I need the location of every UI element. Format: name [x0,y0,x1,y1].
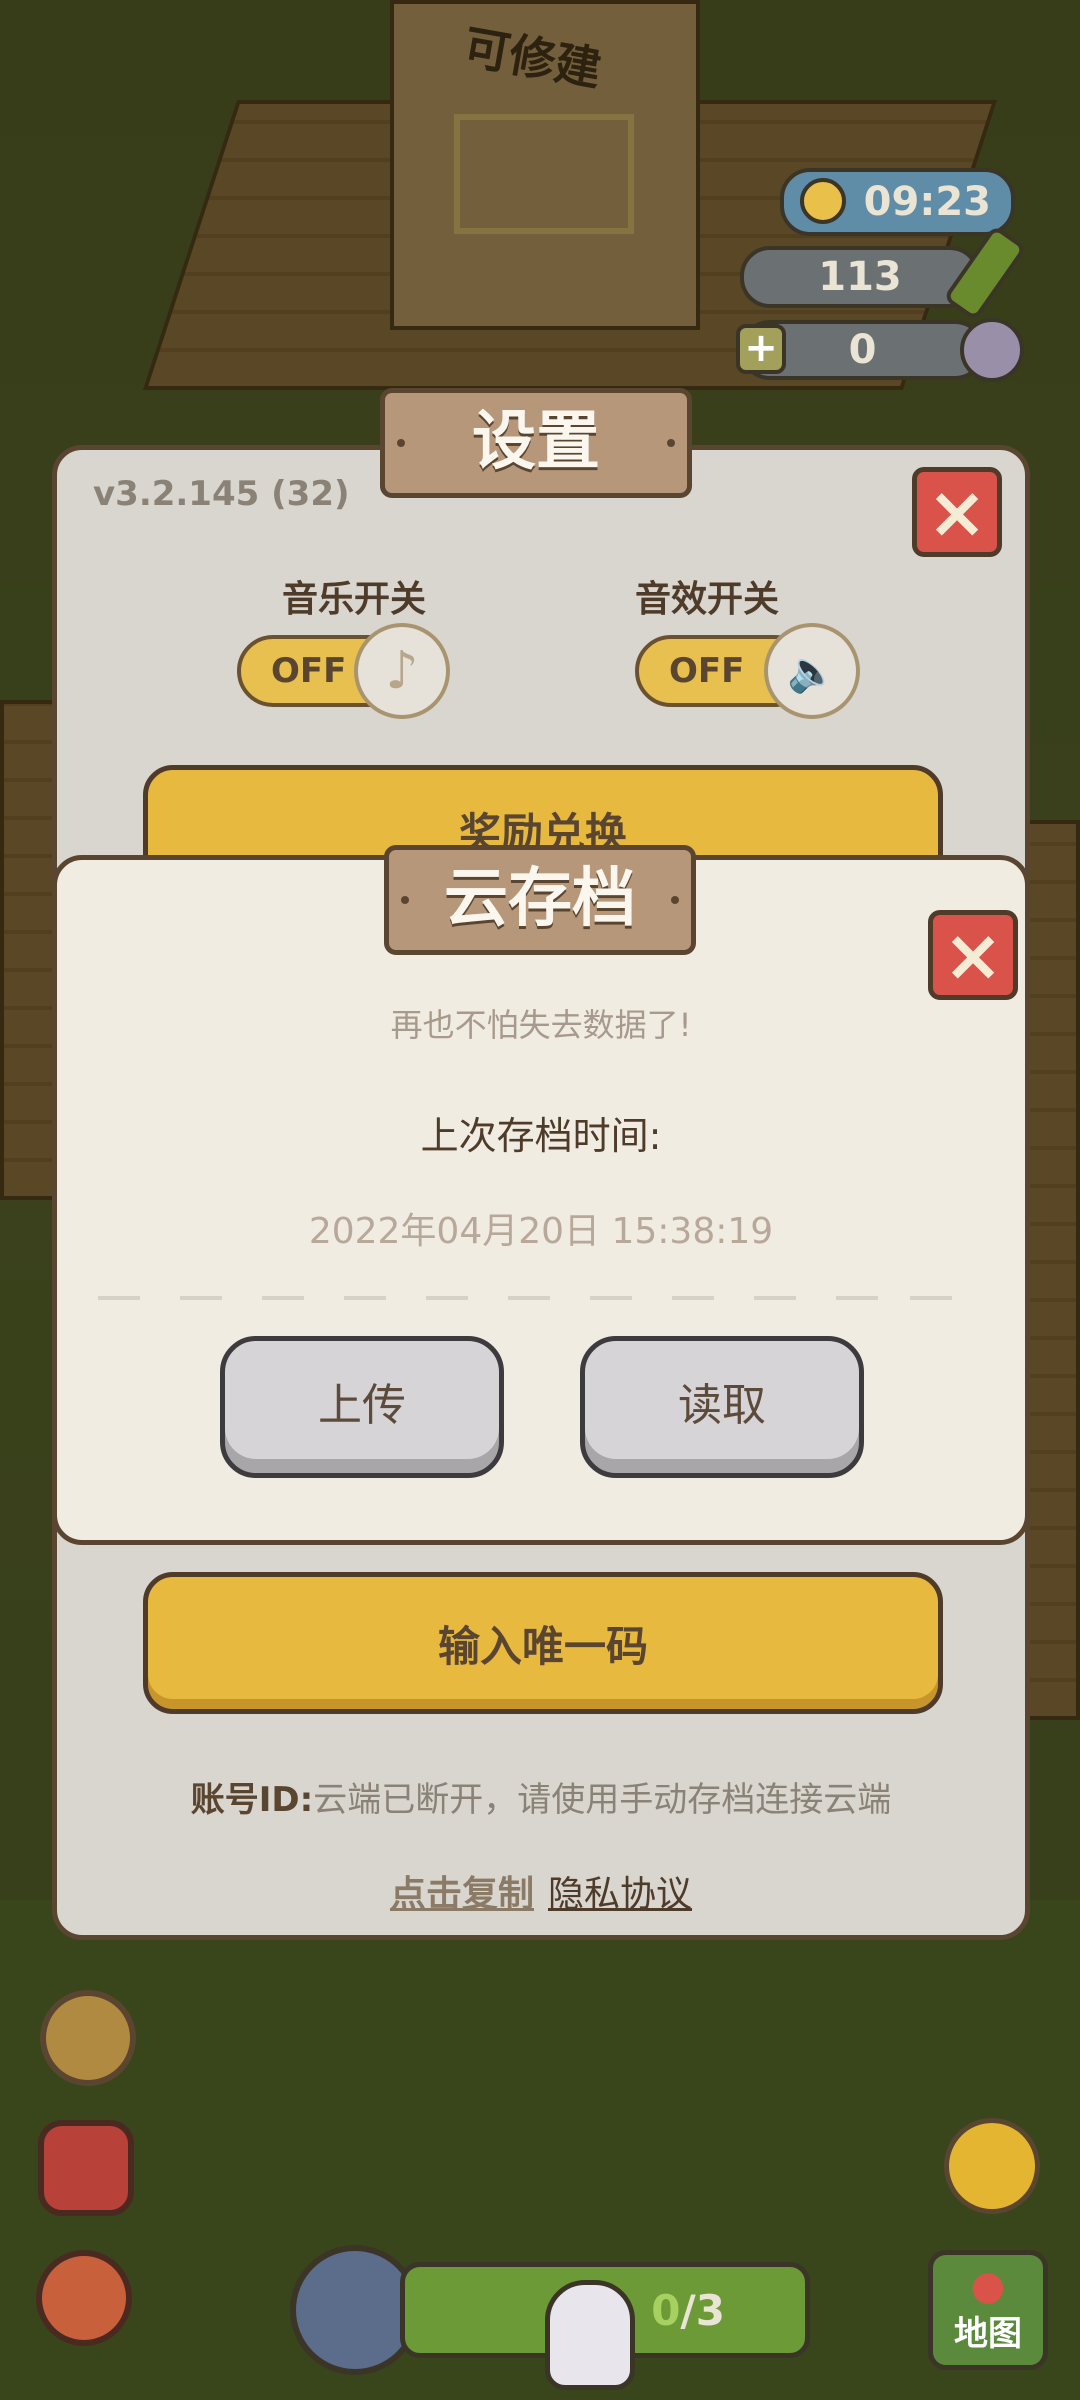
cloud-save-dialog: 再也不怕失去数据了! 上次存档时间: 2022年04月20日 15:38:19 … [52,855,1030,1545]
unique-code-button[interactable]: 输入唯一码 [143,1572,943,1714]
cloud-subtitle: 再也不怕失去数据了! [390,1006,692,1044]
account-row: 账号ID:云端已断开，请使用手动存档连接云端 [57,1772,1025,1821]
privacy-link[interactable]: 隐私协议 [548,1874,692,1915]
mushroom-house-icon[interactable] [36,2250,132,2346]
settings-close-button[interactable]: × [912,467,1002,557]
magnifier-icon[interactable] [40,1990,136,2086]
bamboo-counter: 113 [740,246,980,308]
tap-hand-icon [545,2280,635,2390]
cloud-save-title-text: 云存档 [444,862,636,936]
progress-total: /3 [680,2285,725,2335]
music-note-icon[interactable]: ♪ [354,623,450,719]
footer-links: 点击复制 隐私协议 [57,1865,1025,1917]
unique-code-label: 输入唯一码 [437,1621,648,1671]
account-label: 账号ID: [190,1780,314,1820]
upload-label: 上传 [318,1380,406,1431]
load-label: 读取 [678,1380,766,1431]
map-label: 地图 [954,2313,1022,2354]
account-status: 云端已断开，请使用手动存档连接云端 [313,1780,892,1820]
close-x-icon: × [942,913,1004,997]
music-label: 音乐开关 [282,579,427,620]
version-text: v3.2.145 (32) [93,474,350,514]
close-x-icon: × [926,470,988,554]
backpack-icon[interactable] [38,2120,134,2216]
upload-button[interactable]: 上传 [220,1336,504,1478]
settings-title: 设置 [380,388,692,498]
weather-sun-icon [800,178,846,224]
music-toggle-state: OFF [271,651,347,691]
map-pin-icon: ● [970,2262,1006,2309]
load-button[interactable]: 读取 [580,1336,864,1478]
copy-link[interactable]: 点击复制 [390,1874,534,1915]
cloud-close-button[interactable]: × [928,910,1018,1000]
sound-label: 音效开关 [635,579,780,620]
time-text: 09:23 [863,179,991,225]
speaker-icon[interactable]: 🔈 [764,623,860,719]
progress-current: 0 [651,2285,681,2335]
cloud-save-title: 云存档 [384,845,696,955]
pearl-icon [960,318,1024,382]
sound-toggle-state: OFF [669,651,745,691]
plus-icon[interactable]: + [736,324,786,374]
map-button[interactable]: ● 地图 [928,2250,1048,2370]
emoji-face-icon[interactable] [944,2118,1040,2214]
settings-title-text: 设置 [472,405,600,479]
bamboo-count: 113 [818,254,902,300]
last-save-label: 上次存档时间: [420,1114,662,1158]
last-save-time: 2022年04月20日 15:38:19 [308,1211,774,1252]
pearl-count: 0 [848,327,877,373]
